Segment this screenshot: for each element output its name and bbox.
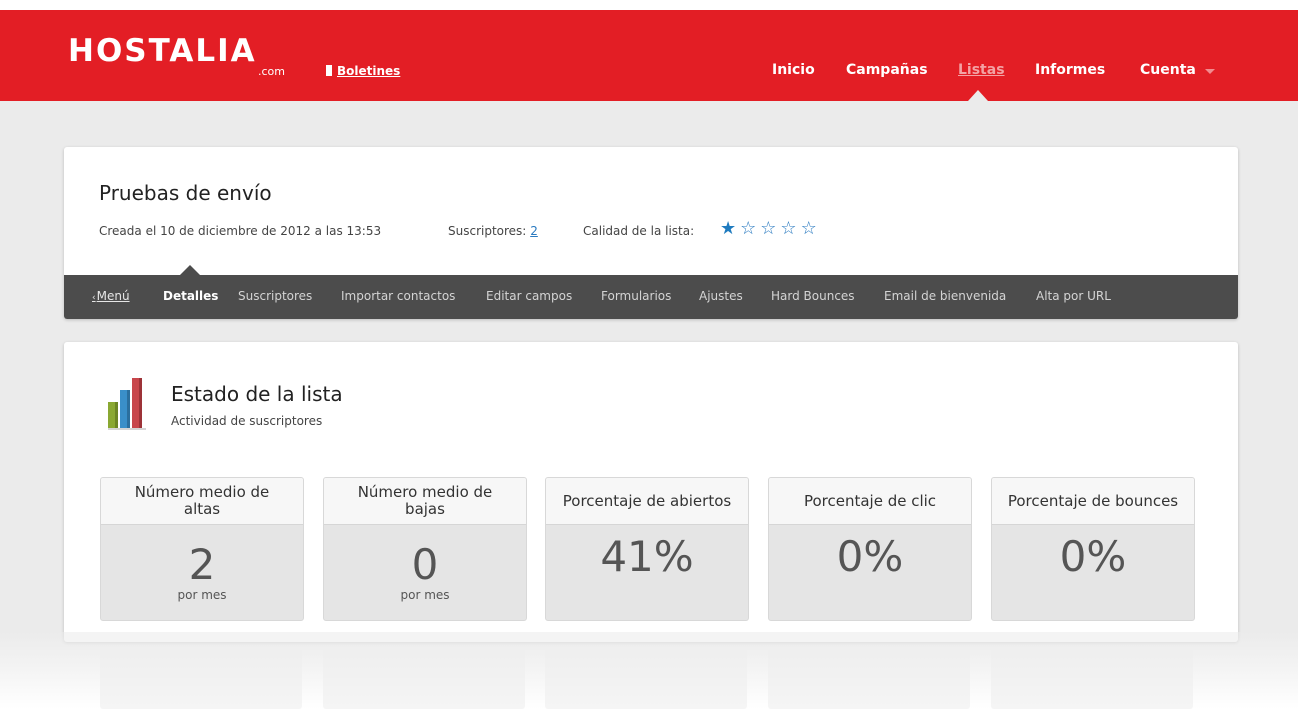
nav-informes[interactable]: Informes <box>1035 61 1105 79</box>
stat-card-clic: Porcentaje de clic 0% <box>768 477 972 621</box>
subnav-importar-contactos[interactable]: Importar contactos <box>341 289 455 303</box>
status-title: Estado de la lista <box>171 382 343 406</box>
logo-domain: .com <box>258 65 285 78</box>
quality-rating: ★☆☆☆☆ <box>720 218 821 239</box>
list-subnav: ‹Menú Detalles Suscriptores Importar con… <box>64 275 1238 319</box>
nav-listas[interactable]: Listas <box>958 61 1005 79</box>
subscribers-info: Suscriptores: 2 <box>448 224 538 238</box>
reflection-ghost <box>991 650 1193 709</box>
subnav-alta-por-url[interactable]: Alta por URL <box>1036 289 1111 303</box>
reflection-ghost <box>100 650 302 709</box>
status-subtitle: Actividad de suscriptores <box>171 414 323 428</box>
subnav-hard-bounces[interactable]: Hard Bounces <box>771 289 855 303</box>
product-link[interactable]: Boletines <box>326 64 400 78</box>
subnav-menu[interactable]: ‹Menú <box>92 289 130 303</box>
star-filled-icon: ★ <box>720 218 741 239</box>
header-top-strip <box>0 0 1298 10</box>
reflection-ghost <box>323 650 525 709</box>
nav-campanas[interactable]: Campañas <box>846 61 928 79</box>
stat-label: Porcentaje de bounces <box>992 478 1194 525</box>
active-subnav-pointer <box>180 265 200 275</box>
stat-unit: por mes <box>400 588 450 602</box>
stat-label: Porcentaje de clic <box>769 478 971 525</box>
subnav-formularios[interactable]: Formularios <box>601 289 671 303</box>
star-empty-icon: ☆ <box>800 218 821 239</box>
subnav-detalles[interactable]: Detalles <box>163 289 218 303</box>
chevron-left-icon: ‹ <box>92 293 96 303</box>
star-empty-icon: ☆ <box>760 218 781 239</box>
stat-label: Número medio de altas <box>101 478 303 525</box>
star-empty-icon: ☆ <box>740 218 761 239</box>
stat-value: 0% <box>836 532 904 581</box>
stat-label: Número medio de bajas <box>324 478 526 525</box>
product-link-label[interactable]: Boletines <box>337 64 400 78</box>
subnav-menu-label: Menú <box>96 289 130 303</box>
stat-label: Porcentaje de abiertos <box>546 478 748 525</box>
star-empty-icon: ☆ <box>780 218 801 239</box>
chevron-down-icon[interactable] <box>1205 69 1215 74</box>
subnav-editar-campos[interactable]: Editar campos <box>486 289 572 303</box>
nav-inicio[interactable]: Inicio <box>772 61 815 79</box>
list-title: Pruebas de envío <box>99 181 272 205</box>
bar-chart-icon <box>108 378 146 430</box>
hostalia-logo[interactable]: HOSTALIA <box>68 36 257 67</box>
reflection-ghost <box>545 650 747 709</box>
stat-value: 0% <box>1059 532 1127 581</box>
list-info-card: Pruebas de envío Creada el 10 de diciemb… <box>64 147 1238 319</box>
list-status-card: Estado de la lista Actividad de suscript… <box>64 342 1238 642</box>
subscribers-label: Suscriptores: <box>448 224 527 238</box>
stat-value: 41% <box>600 532 694 581</box>
subnav-email-bienvenida[interactable]: Email de bienvenida <box>884 289 1006 303</box>
stat-card-bounces: Porcentaje de bounces 0% <box>991 477 1195 621</box>
stat-card-bajas: Número medio de bajas 0 por mes <box>323 477 527 621</box>
top-header: HOSTALIA .com Boletines Inicio Campañas … <box>0 0 1298 101</box>
stat-value: 0 <box>411 540 439 589</box>
stat-card-altas: Número medio de altas 2 por mes <box>100 477 304 621</box>
nav-cuenta[interactable]: Cuenta <box>1140 61 1196 79</box>
subnav-ajustes[interactable]: Ajustes <box>699 289 743 303</box>
bookmark-icon <box>326 65 332 76</box>
active-nav-pointer <box>968 90 988 101</box>
reflection-ghost <box>768 650 970 709</box>
stat-value: 2 <box>188 540 216 589</box>
list-created-date: Creada el 10 de diciembre de 2012 a las … <box>99 224 382 238</box>
quality-label: Calidad de la lista: <box>583 224 695 238</box>
subnav-suscriptores[interactable]: Suscriptores <box>238 289 312 303</box>
stat-card-abiertos: Porcentaje de abiertos 41% <box>545 477 749 621</box>
subscribers-count-link[interactable]: 2 <box>530 224 538 238</box>
stat-unit: por mes <box>177 588 227 602</box>
